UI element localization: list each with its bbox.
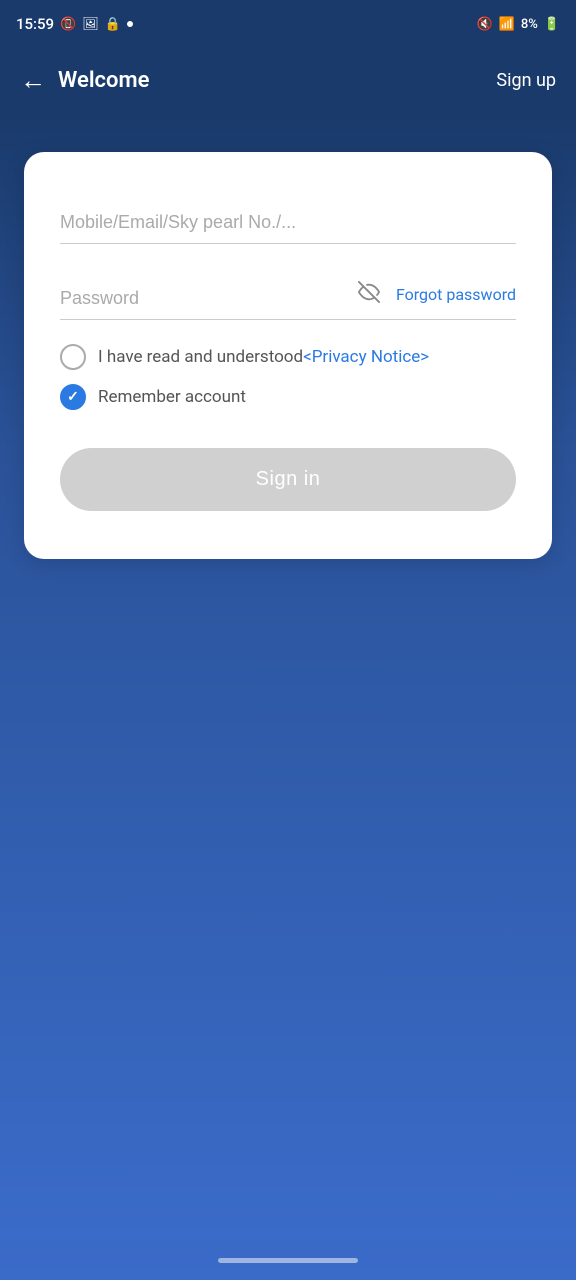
password-row: Forgot password xyxy=(60,276,516,320)
status-left: 15:59 📵 🖼 🔒 xyxy=(16,15,133,33)
wifi-icon: 📶 xyxy=(499,17,515,32)
status-time: 15:59 xyxy=(16,15,54,33)
back-button[interactable]: ← xyxy=(20,65,46,96)
signup-button[interactable]: Sign up xyxy=(496,70,556,91)
password-icons: Forgot password xyxy=(358,277,516,308)
gallery-icon: 🖼 xyxy=(82,17,99,32)
status-bar: 15:59 📵 🖼 🔒 🔇 📶 8% 🔋 xyxy=(0,0,576,48)
no-sim-icon: 📵 xyxy=(60,17,76,32)
privacy-label: I have read and understood<Privacy Notic… xyxy=(98,347,429,367)
privacy-checkbox[interactable] xyxy=(60,344,86,370)
battery-icon: 🔋 xyxy=(544,17,560,32)
page-title: Welcome xyxy=(58,68,496,93)
username-input[interactable] xyxy=(60,200,516,244)
username-field-wrapper xyxy=(60,200,516,252)
toggle-password-icon[interactable] xyxy=(358,281,380,308)
privacy-checkbox-row: I have read and understood<Privacy Notic… xyxy=(60,344,516,370)
dot-icon xyxy=(127,21,133,27)
home-indicator xyxy=(0,1240,576,1280)
privacy-text: I have read and understood xyxy=(98,347,303,367)
header: ← Welcome Sign up xyxy=(0,48,576,112)
login-card: Forgot password I have read and understo… xyxy=(24,152,552,559)
remember-account-label: Remember account xyxy=(98,387,246,407)
mute-icon: 🔇 xyxy=(476,17,492,32)
remember-account-checkbox[interactable] xyxy=(60,384,86,410)
home-bar xyxy=(218,1258,358,1263)
battery-text: 8% xyxy=(521,17,538,32)
signin-button[interactable]: Sign in xyxy=(60,448,516,511)
forgot-password-link[interactable]: Forgot password xyxy=(396,285,516,304)
status-right: 🔇 📶 8% 🔋 xyxy=(476,17,560,32)
vpn-icon: 🔒 xyxy=(105,17,121,32)
privacy-link[interactable]: <Privacy Notice> xyxy=(303,347,429,367)
password-input[interactable] xyxy=(60,276,358,309)
remember-account-row: Remember account xyxy=(60,384,516,410)
main-content: Forgot password I have read and understo… xyxy=(0,112,576,1240)
